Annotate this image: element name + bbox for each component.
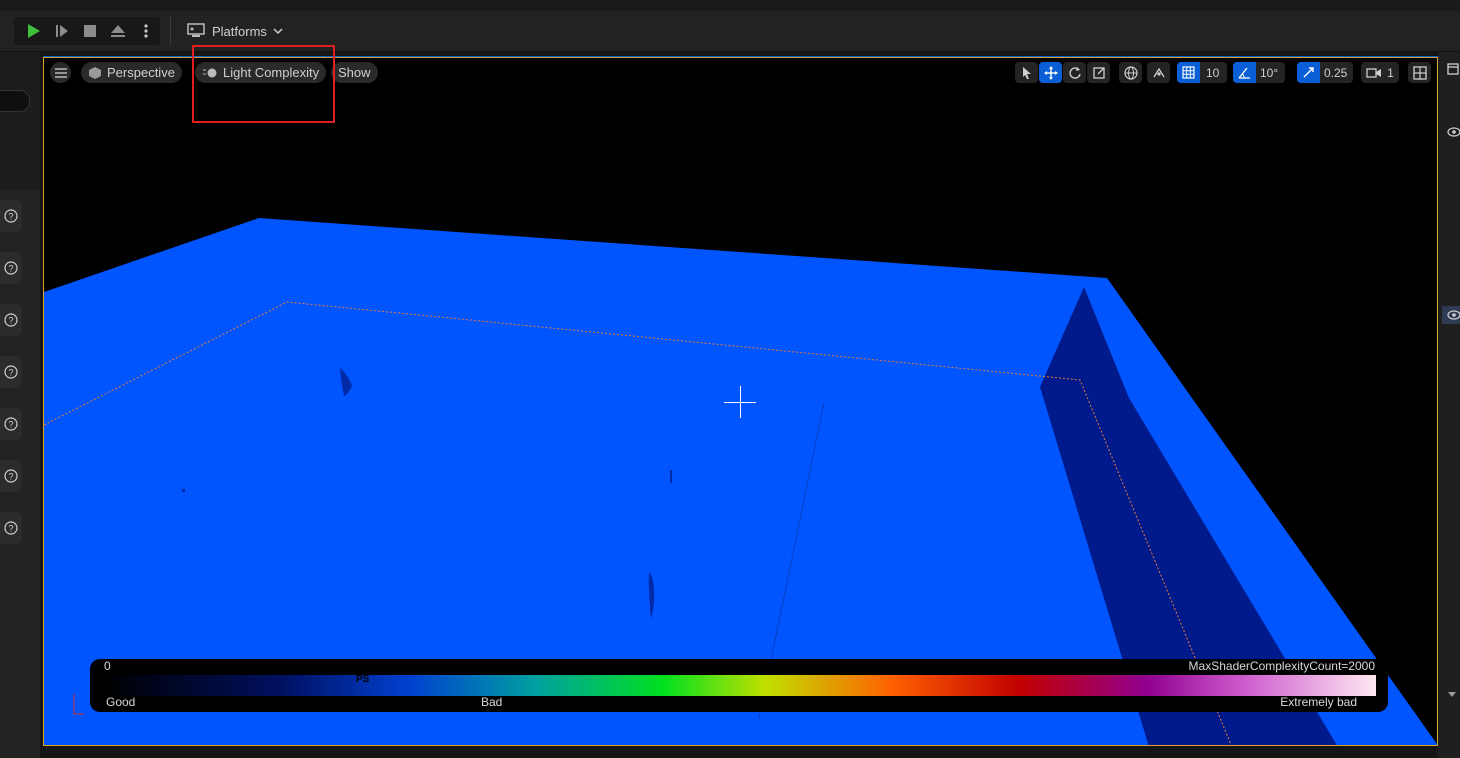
svg-text:?: ? — [8, 212, 13, 222]
help-button[interactable]: ? — [0, 408, 22, 440]
select-tool-button[interactable] — [1015, 62, 1038, 83]
help-icon: ? — [4, 313, 18, 327]
perspective-button[interactable]: Perspective — [81, 62, 182, 83]
legend-good-label: Good — [106, 695, 136, 709]
play-button[interactable] — [21, 19, 45, 43]
svg-text:?: ? — [8, 264, 13, 274]
more-options-button[interactable] — [134, 19, 158, 43]
visibility-icon[interactable] — [1446, 309, 1460, 321]
layout-icon — [1412, 65, 1427, 80]
right-panel — [1438, 52, 1460, 758]
scale-icon — [1092, 66, 1105, 79]
help-button[interactable]: ? — [0, 356, 22, 388]
camera-speed-value: 1 — [1387, 65, 1394, 80]
step-icon — [56, 25, 68, 37]
more-icon — [144, 24, 148, 38]
legend-marker-label: PS — [356, 674, 370, 685]
complexity-legend: 0 MaxShaderComplexityCount=2000 PS Good … — [90, 659, 1388, 712]
rotation-snap-toggle[interactable] — [1233, 62, 1256, 83]
grid-icon — [1182, 66, 1195, 79]
help-icon: ? — [4, 209, 18, 223]
help-button[interactable]: ? — [0, 512, 22, 544]
grid-snap-button[interactable]: 10 — [1177, 62, 1227, 83]
surface-snap-icon — [1152, 67, 1165, 77]
rotate-icon — [1068, 66, 1081, 79]
annotation-highlight-box — [192, 45, 335, 123]
svg-text:?: ? — [8, 524, 13, 534]
move-icon — [1043, 65, 1058, 80]
panel-menu-icon[interactable] — [1446, 62, 1460, 76]
viewport-layout-button[interactable] — [1408, 62, 1431, 83]
help-icon: ? — [4, 261, 18, 275]
globe-icon — [1123, 65, 1138, 80]
platforms-label: Platforms — [212, 23, 267, 39]
grid-snap-toggle[interactable] — [1177, 62, 1200, 83]
cube-icon — [89, 66, 101, 79]
help-button[interactable]: ? — [0, 252, 22, 284]
crosshair — [740, 386, 741, 418]
help-icon: ? — [4, 469, 18, 483]
help-button[interactable]: ? — [0, 200, 22, 232]
legend-bad-label: Bad — [481, 695, 503, 709]
svg-text:?: ? — [8, 420, 13, 430]
legend-max-label: MaxShaderComplexityCount=2000 — [1188, 659, 1375, 673]
help-icon: ? — [4, 521, 18, 535]
scale-tool-button[interactable] — [1087, 62, 1110, 83]
svg-text:?: ? — [8, 368, 13, 378]
step-button[interactable] — [50, 19, 74, 43]
perspective-label: Perspective — [107, 65, 175, 80]
legend-min-label: 0 — [104, 659, 111, 673]
world-space-button[interactable] — [1119, 62, 1142, 83]
visibility-icon[interactable] — [1446, 126, 1460, 138]
help-icon: ? — [4, 417, 18, 431]
scale-snap-button[interactable]: 0.25 — [1297, 62, 1353, 83]
eject-button[interactable] — [106, 19, 130, 43]
chevron-down-icon — [273, 28, 283, 35]
camera-speed-button[interactable]: 1 — [1361, 62, 1399, 83]
show-label: Show — [338, 65, 371, 80]
toolbar-separator — [170, 16, 171, 46]
debris-shape — [182, 489, 185, 492]
legend-gradient-bar — [103, 675, 1376, 696]
rotation-snap-button[interactable]: 10° — [1233, 62, 1285, 83]
help-button[interactable]: ? — [0, 460, 22, 492]
hamburger-icon — [54, 67, 67, 78]
rotate-tool-button[interactable] — [1063, 62, 1086, 83]
svg-text:?: ? — [8, 472, 13, 482]
scale-snap-value: 0.25 — [1324, 65, 1348, 80]
surface-snap-button[interactable] — [1147, 62, 1170, 83]
scale-snap-toggle[interactable] — [1297, 62, 1320, 83]
show-button[interactable]: Show — [331, 62, 378, 83]
angle-icon — [1238, 67, 1250, 79]
camera-icon — [1366, 67, 1382, 78]
stop-icon — [84, 25, 96, 37]
left-search-input[interactable] — [0, 90, 30, 112]
cursor-icon — [1022, 66, 1031, 79]
scale-snap-icon — [1303, 67, 1314, 78]
stop-button[interactable] — [78, 19, 102, 43]
legend-extremely-bad-label: Extremely bad — [1280, 695, 1357, 709]
help-button[interactable]: ? — [0, 304, 22, 336]
viewport-menu-button[interactable] — [50, 62, 71, 83]
chevron-down-icon[interactable] — [1446, 690, 1458, 700]
rotation-snap-value: 10° — [1260, 65, 1279, 80]
eject-icon — [111, 25, 125, 37]
title-bar — [0, 0, 1460, 11]
platforms-button[interactable]: Platforms — [186, 19, 283, 43]
help-icon: ? — [4, 365, 18, 379]
play-icon — [28, 24, 40, 38]
gamepad-icon — [187, 23, 205, 37]
grid-snap-value: 10 — [1206, 65, 1220, 80]
svg-text:?: ? — [8, 316, 13, 326]
translate-tool-button[interactable] — [1039, 62, 1062, 83]
